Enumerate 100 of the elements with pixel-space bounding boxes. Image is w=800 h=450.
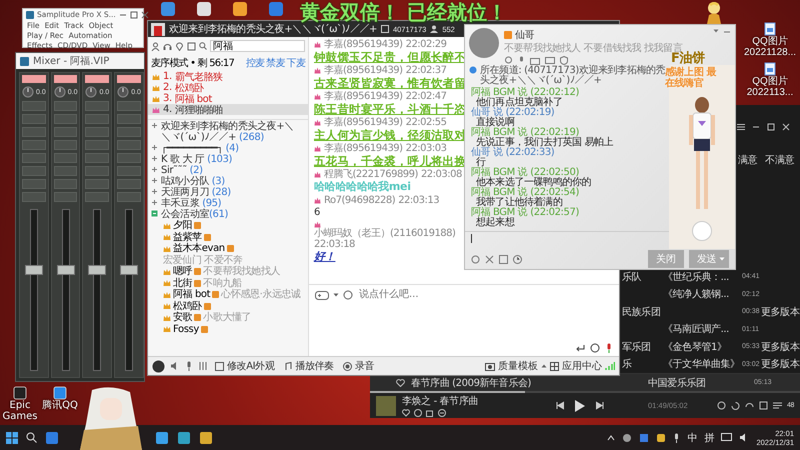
app-shortcut-icon[interactable] (232, 1, 248, 17)
expand-toggle[interactable] (151, 121, 158, 130)
close-icon[interactable] (782, 123, 790, 131)
knob-icon[interactable] (117, 86, 130, 98)
member-item[interactable]: 安歌 小歌大懂了 (148, 312, 308, 324)
app-center-link[interactable]: 应用中心 (562, 359, 602, 373)
mic-action-link[interactable]: 禁麦 (266, 56, 285, 70)
desktop-icon-label[interactable]: Epic Games (0, 400, 40, 422)
equalizer-icon[interactable] (198, 361, 208, 371)
taskbar-app-icon[interactable] (155, 430, 169, 444)
tray-app-icon[interactable] (622, 432, 632, 442)
shield-icon[interactable] (560, 56, 568, 65)
channel-item[interactable]: K 歌 大 厅 (103) (148, 154, 308, 165)
expand-toggle[interactable] (151, 209, 158, 218)
toolbar-button[interactable]: 播放伴奏 (281, 359, 336, 373)
member-item[interactable]: Fossy (148, 324, 308, 335)
desktop-icon-label[interactable]: 腾讯QQ (42, 400, 78, 411)
maximize-icon[interactable] (767, 123, 775, 131)
headphones-icon[interactable] (745, 401, 754, 410)
more-icon[interactable] (438, 409, 446, 417)
member-item[interactable]: 益木本evan 宏爱仙门 不爱不奔 (148, 243, 308, 266)
mic-queue-item[interactable]: 4. 河狸啪啪啪 (148, 104, 308, 115)
camera-icon[interactable] (485, 362, 495, 370)
caret-icon[interactable] (333, 292, 339, 298)
app-shortcut-icon[interactable] (196, 1, 212, 17)
app-logo-icon[interactable] (152, 360, 165, 372)
headset-icon[interactable] (163, 42, 172, 50)
location-pin-icon[interactable] (175, 42, 184, 50)
loop-icon[interactable] (731, 401, 740, 410)
tray-app-icon[interactable] (656, 432, 666, 442)
caret-icon[interactable] (713, 28, 719, 34)
mic-queue-item[interactable]: 3. 阿福 bot (148, 93, 308, 104)
channel-item[interactable]: 咕鸡小分队 (3) (148, 176, 308, 187)
chat-app-icon[interactable] (53, 386, 67, 400)
expand-toggle[interactable] (151, 143, 158, 152)
knob-icon[interactable] (54, 86, 66, 98)
member-item[interactable]: 北街 不响九船 (148, 278, 308, 289)
image-file-icon[interactable] (763, 62, 777, 76)
scissors-icon[interactable] (485, 254, 494, 264)
member-item[interactable]: 松鸡卧 (148, 300, 308, 312)
fader-thumb[interactable] (56, 264, 75, 275)
desktop-icon-label[interactable]: QQ图片 2022113... (740, 76, 800, 98)
microphone-icon[interactable] (673, 432, 680, 442)
feedback-button[interactable]: 不满意 (765, 153, 794, 167)
heart-icon[interactable] (396, 378, 405, 386)
gamepad-icon[interactable] (315, 290, 329, 300)
search-field[interactable]: 阿福 (210, 40, 305, 52)
taskbar-app-icon[interactable] (177, 430, 191, 444)
fader-thumb[interactable] (88, 264, 106, 275)
desktop-icon-label[interactable]: QQ图片 20221128... (740, 36, 800, 58)
person-icon[interactable] (151, 42, 160, 50)
caret-up-icon[interactable] (607, 434, 616, 440)
list-icon[interactable] (737, 123, 745, 131)
play-icon[interactable] (574, 398, 586, 412)
app-shortcut-icon[interactable] (160, 1, 176, 17)
member-item[interactable]: 夕阳 (148, 220, 308, 232)
channel-item[interactable]: 丰禾豆浆 (95) (148, 198, 308, 209)
game-launcher-icon[interactable] (13, 386, 27, 400)
search-icon[interactable] (26, 432, 37, 443)
member-item[interactable]: 阿福 bot 心怀感恩·永远忠诚 (148, 289, 308, 300)
channel-item[interactable]: ┌━━━━━━━━━┐ (4) (148, 143, 308, 154)
image-file-icon[interactable] (763, 22, 777, 36)
input-method-indicator[interactable]: 拼 (704, 430, 714, 444)
clock-icon[interactable] (513, 254, 522, 264)
mic-action-link[interactable]: 控麦 (246, 56, 264, 70)
expand-toggle[interactable] (151, 198, 158, 207)
microphone-icon[interactable] (185, 361, 193, 371)
channel-item[interactable]: 公会活动室(61) (148, 209, 308, 220)
grid-icon[interactable] (550, 362, 559, 370)
enter-icon[interactable] (575, 344, 585, 352)
input-method-indicator[interactable]: 中 (687, 430, 698, 444)
taskbar-app-icon[interactable] (45, 430, 59, 444)
knob-icon[interactable] (22, 86, 34, 98)
member-item[interactable]: 嗯呼 不要帮我找她找人 (148, 266, 308, 278)
close-icon[interactable] (140, 10, 149, 18)
expand-toggle[interactable] (151, 165, 158, 174)
expand-toggle[interactable] (151, 187, 158, 196)
toolbar-button[interactable]: 修改AI外观 (213, 359, 276, 373)
mic-queue-item[interactable]: 1. 霸气老胳狭 (148, 71, 308, 82)
channel-item[interactable]: 欢迎来到李拓梅的秃头之夜+＼＼ヾ(´ω`)ﾉ／／+ (268) (148, 121, 308, 143)
expand-toggle[interactable] (151, 176, 158, 185)
maximize-icon[interactable] (130, 10, 138, 18)
toolbar-button[interactable]: 录音 (340, 359, 376, 373)
channel-item[interactable]: 天涯两月刀 (28) (148, 187, 308, 198)
mic-queue-item[interactable]: 2. 松鸡卧 (148, 82, 308, 93)
quality-template-link[interactable]: 质量模板 (498, 359, 538, 373)
knob-icon[interactable] (85, 86, 98, 98)
taskbar-app-icon[interactable] (199, 430, 213, 444)
heart-icon[interactable] (402, 409, 410, 417)
tray-app-icon[interactable] (639, 432, 650, 442)
channel-item[interactable]: Sir˜˜˜ (2) (148, 165, 308, 176)
microphone-icon[interactable] (605, 343, 613, 353)
playlist-icon[interactable] (773, 401, 782, 410)
start-icon[interactable] (6, 432, 18, 444)
mic-action-link[interactable]: 下麦 (286, 56, 305, 70)
fader-thumb[interactable] (120, 264, 138, 275)
expand-toggle[interactable] (151, 154, 158, 163)
next-icon[interactable] (596, 401, 604, 410)
previous-icon[interactable] (556, 401, 564, 410)
feedback-button[interactable]: 满意 (738, 153, 758, 167)
